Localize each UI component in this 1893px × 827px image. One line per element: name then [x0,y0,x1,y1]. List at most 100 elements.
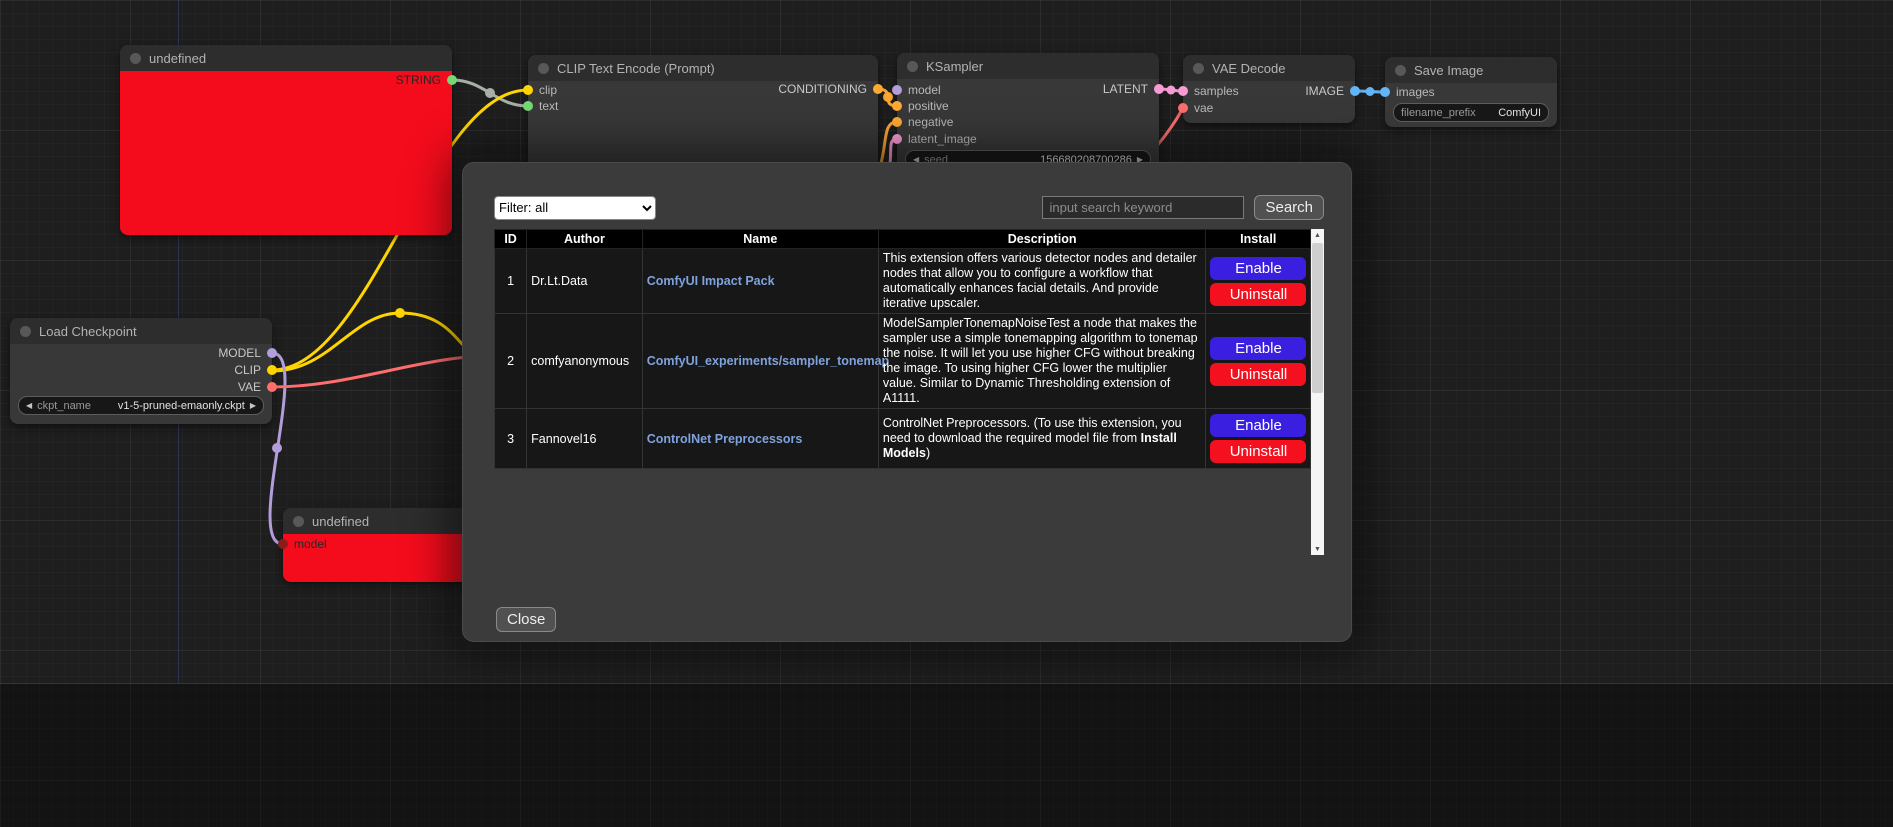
node-title-bar[interactable]: CLIP Text Encode (Prompt) [528,55,878,81]
cell-install: Enable Uninstall [1206,314,1311,409]
link-dot[interactable] [395,308,405,318]
node-title-bar[interactable]: Save Image [1385,57,1557,83]
description-text: ) [926,446,930,460]
column-header-name: Name [642,230,878,249]
cell-description: This extension offers various detector n… [878,249,1206,314]
link-dot[interactable] [272,443,282,453]
port-dot [523,85,533,95]
search-button[interactable]: Search [1254,195,1324,220]
graph-canvas[interactable]: undefined STRING CLIP Text Encode (Promp… [0,0,1893,827]
node-undefined-top[interactable]: undefined STRING [120,45,452,235]
collapse-dot[interactable] [130,53,141,64]
input-port-samples[interactable]: samples [1178,84,1239,98]
node-title: CLIP Text Encode (Prompt) [557,61,715,76]
enable-button[interactable]: Enable [1210,257,1306,280]
output-port-model[interactable]: MODEL [218,346,277,360]
link-dot[interactable] [485,88,495,98]
node-title-bar[interactable]: Load Checkpoint [10,318,272,344]
input-port-model[interactable]: model [278,537,327,551]
column-header-install: Install [1206,230,1311,249]
cell-author: Dr.Lt.Data [527,249,643,314]
collapse-dot[interactable] [538,63,549,74]
input-port-positive[interactable]: positive [892,99,949,113]
node-title-bar[interactable]: undefined [120,45,452,71]
collapse-dot[interactable] [293,516,304,527]
collapse-dot[interactable] [1395,65,1406,76]
port-dot [892,85,902,95]
table-scrollbar[interactable]: ▲ ▼ [1311,229,1324,555]
cell-install: Enable Uninstall [1206,249,1311,314]
node-title: KSampler [926,59,983,74]
port-dot [278,539,288,549]
collapse-dot[interactable] [20,326,31,337]
column-header-author: Author [527,230,643,249]
port-dot [447,75,457,85]
output-port-conditioning[interactable]: CONDITIONING [778,82,883,96]
input-port-model[interactable]: model [892,83,941,97]
input-port-text[interactable]: text [523,99,558,113]
output-port-vae[interactable]: VAE [238,380,277,394]
collapse-dot[interactable] [907,61,918,72]
search-input[interactable] [1042,196,1244,219]
enable-button[interactable]: Enable [1210,337,1306,360]
scrollbar-thumb[interactable] [1312,243,1323,393]
cell-install: Enable Uninstall [1206,409,1311,469]
node-title: Save Image [1414,63,1483,78]
node-load-checkpoint[interactable]: Load Checkpoint MODEL CLIP VAE ◀ ckpt_na… [10,318,272,424]
uninstall-button[interactable]: Uninstall [1210,363,1306,386]
extension-link[interactable]: ControlNet Preprocessors [647,432,803,446]
extension-link[interactable]: ComfyUI Impact Pack [647,274,775,288]
canvas-edge-shade [0,684,1893,827]
widget-label: filename_prefix [1401,107,1476,119]
input-port-clip[interactable]: clip [523,83,557,97]
output-port-latent[interactable]: LATENT [1103,82,1164,96]
wire-clip-to-hidden-node [272,313,478,371]
port-dot [873,84,883,94]
node-title: Load Checkpoint [39,324,137,339]
description-text: ControlNet Preprocessors. (To use this e… [883,416,1182,445]
output-port-string[interactable]: STRING [396,73,457,87]
output-port-image[interactable]: IMAGE [1305,84,1360,98]
port-dot [1350,86,1360,96]
node-title: VAE Decode [1212,61,1285,76]
port-dot [523,101,533,111]
link-dot[interactable] [1167,86,1176,95]
uninstall-button[interactable]: Uninstall [1210,440,1306,463]
collapse-dot[interactable] [1193,63,1204,74]
scroll-up-icon[interactable]: ▲ [1314,229,1321,241]
search-group: Search [1042,195,1324,220]
input-port-vae[interactable]: vae [1178,101,1213,115]
cell-author: Fannovel16 [527,409,643,469]
table-header-row: ID Author Name Description Install [495,230,1311,249]
widget-value: v1-5-pruned-emaonly.ckpt [118,400,245,412]
input-port-latent-image[interactable]: latent_image [892,132,977,146]
extension-link[interactable]: ComfyUI_experiments/sampler_tonemap [647,354,889,368]
node-title-bar[interactable]: undefined [283,508,483,534]
cell-author: comfyanonymous [527,314,643,409]
manager-dialog: Filter: all Search ID Author Name Descri… [462,162,1352,642]
ckpt-name-widget[interactable]: ◀ ckpt_name v1-5-pruned-emaonly.ckpt ▶ [18,396,264,415]
cell-description: ControlNet Preprocessors. (To use this e… [878,409,1206,469]
extension-table: ID Author Name Description Install 1 Dr.… [494,229,1311,469]
link-dot[interactable] [1366,87,1375,96]
input-port-negative[interactable]: negative [892,115,953,129]
enable-button[interactable]: Enable [1210,414,1306,437]
uninstall-button[interactable]: Uninstall [1210,283,1306,306]
node-title-bar[interactable]: KSampler [897,53,1159,79]
filename-prefix-widget[interactable]: filename_prefix ComfyUI [1393,103,1549,122]
widget-value: ComfyUI [1498,107,1541,119]
input-port-images[interactable]: images [1380,85,1435,99]
node-vae-decode[interactable]: VAE Decode samples vae IMAGE [1183,55,1355,123]
output-port-clip[interactable]: CLIP [234,363,277,377]
cell-id: 2 [495,314,527,409]
dialog-topbar: Filter: all Search [463,163,1351,229]
node-save-image[interactable]: Save Image images filename_prefix ComfyU… [1385,57,1557,127]
cell-name: ComfyUI Impact Pack [642,249,878,314]
scroll-down-icon[interactable]: ▼ [1314,543,1321,555]
filter-select[interactable]: Filter: all [494,196,656,220]
decrement-arrow-icon[interactable]: ◀ [26,401,32,410]
increment-arrow-icon[interactable]: ▶ [250,401,256,410]
close-button[interactable]: Close [496,607,556,632]
node-undefined-bottom[interactable]: undefined model [283,508,483,582]
node-title-bar[interactable]: VAE Decode [1183,55,1355,81]
